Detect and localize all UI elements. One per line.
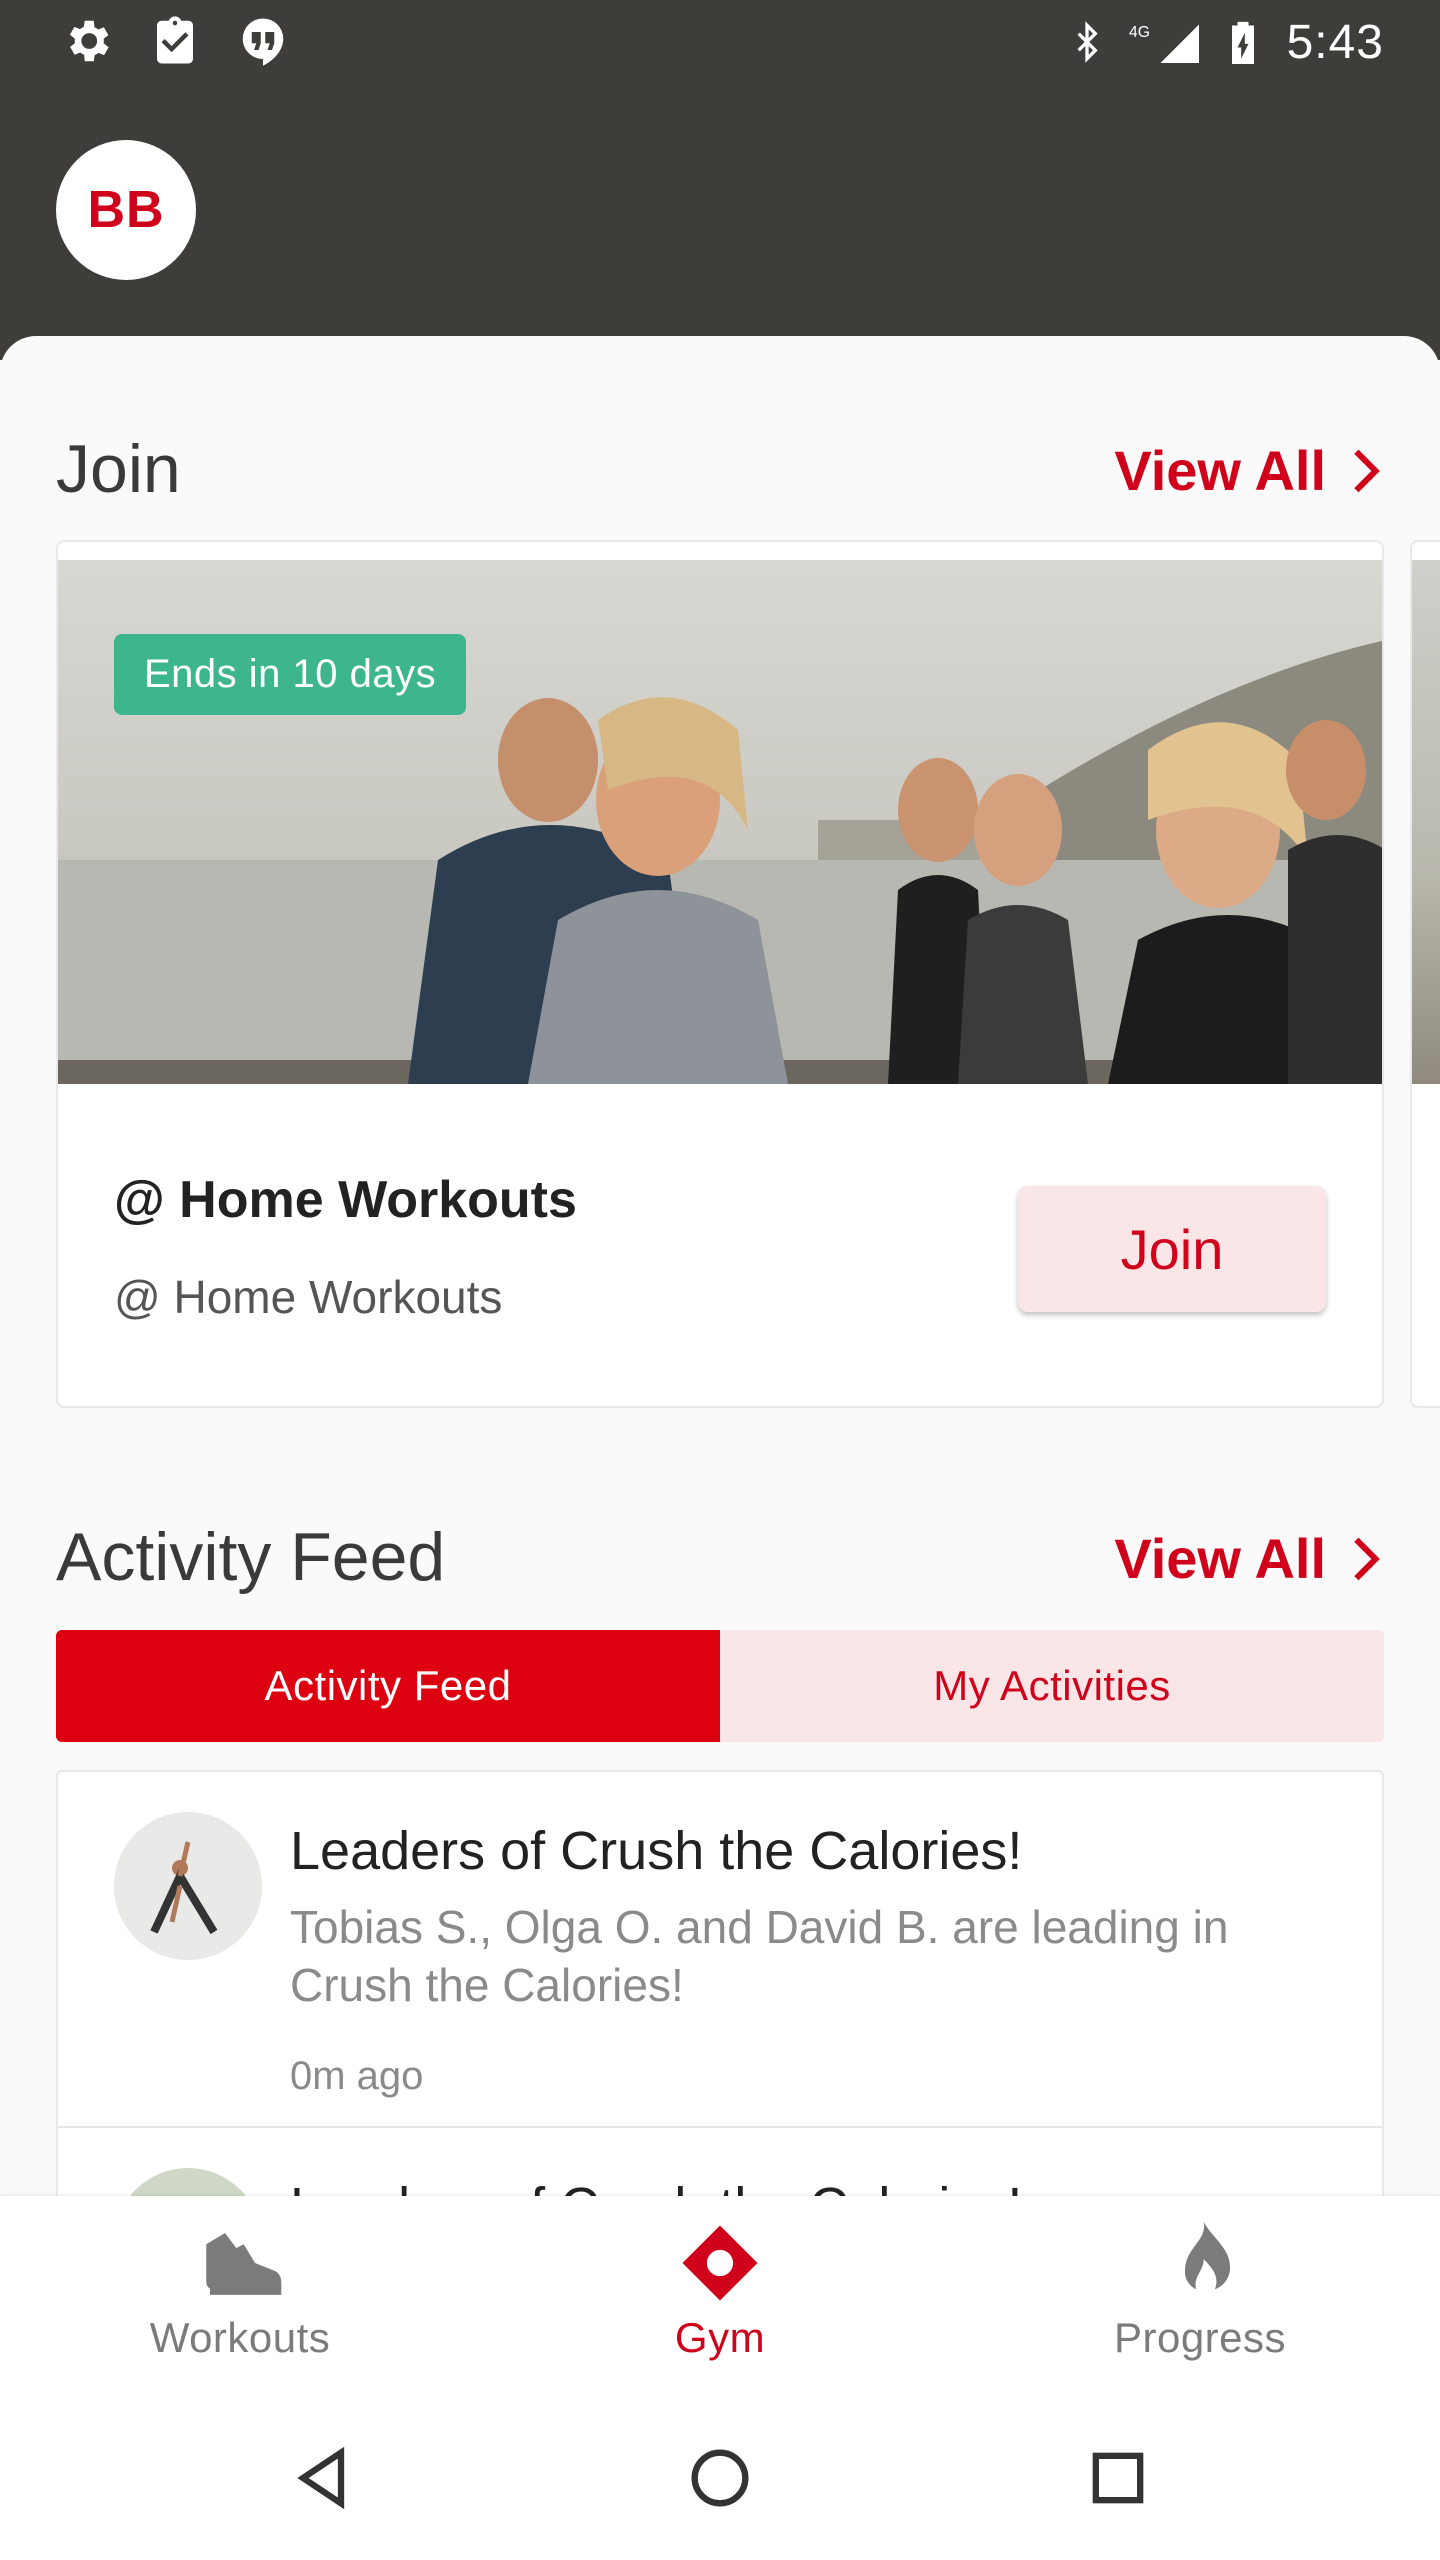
activity-time: 0m ago xyxy=(290,2054,424,2098)
activity-title: Leaders of Crush the Calories! xyxy=(290,2176,1022,2196)
nav-label: Gym xyxy=(674,2314,766,2361)
recents-icon[interactable] xyxy=(1080,2440,1156,2516)
app-header: 4G 5:43 BB xyxy=(0,0,1440,360)
activity-avatar xyxy=(114,2168,262,2196)
settings-icon xyxy=(69,20,109,62)
activity-body: Tobias S., Olga O. and David B. are lead… xyxy=(290,1901,1229,2011)
home-icon[interactable] xyxy=(682,2440,758,2516)
flame-icon xyxy=(1184,2221,1231,2290)
activity-feed-list: Leaders of Crush the Calories! Tobias S.… xyxy=(56,1770,1384,2196)
quote-bubble-icon xyxy=(242,18,284,66)
nav-label: Progress xyxy=(1113,2314,1287,2361)
svg-text:4G: 4G xyxy=(1129,24,1150,41)
system-nav-bar xyxy=(0,2396,1440,2560)
nav-gym[interactable]: Gym xyxy=(570,2218,870,2362)
status-time: 5:43 xyxy=(1286,15,1384,69)
shoe-icon xyxy=(206,2233,282,2295)
user-avatar[interactable]: BB xyxy=(56,140,196,280)
next-challenge-image xyxy=(1412,560,1440,1084)
challenge-subtitle: @ Home Workouts xyxy=(114,1271,503,1323)
main-content: Join View All Ends in 10 days @ Home Wor… xyxy=(0,336,1440,2196)
ends-in-badge: Ends in 10 days xyxy=(114,634,467,715)
tab-activity-feed[interactable]: Activity Feed xyxy=(56,1630,720,1742)
bluetooth-icon xyxy=(1077,21,1098,63)
challenge-card[interactable]: Ends in 10 days @ Home Workouts @ Home W… xyxy=(56,540,1384,1408)
activity-section-header: Activity Feed View All xyxy=(56,1518,1384,1598)
battery-charging-icon xyxy=(1231,21,1254,64)
join-section-header: Join View All xyxy=(56,430,1384,510)
back-icon[interactable] xyxy=(284,2440,360,2516)
status-bar: 4G 5:43 xyxy=(0,0,1440,84)
list-item[interactable]: Leaders of Crush the Calories! Tobias S.… xyxy=(58,1772,1382,2126)
bottom-nav: Workouts Gym Progress xyxy=(0,2196,1440,2396)
activity-tabs: Activity Feed My Activities xyxy=(56,1630,1384,1742)
challenge-hero-image: Ends in 10 days xyxy=(58,560,1382,1084)
next-challenge-card[interactable] xyxy=(1410,540,1440,1408)
activity-avatar xyxy=(114,1812,262,1960)
nav-progress[interactable]: Progress xyxy=(1050,2218,1350,2362)
view-all-label: View All xyxy=(1114,439,1326,502)
signal-icon: 4G xyxy=(1129,24,1199,63)
challenge-title: @ Home Workouts xyxy=(114,1171,577,1229)
list-item[interactable]: Leaders of Crush the Calories! xyxy=(58,2126,1382,2196)
join-section-title: Join xyxy=(56,431,181,507)
gym-location-icon xyxy=(682,2225,758,2301)
clipboard-check-icon xyxy=(157,16,193,64)
join-button[interactable]: Join xyxy=(1018,1186,1326,1312)
chevron-right-icon xyxy=(1354,1537,1380,1580)
activity-title: Leaders of Crush the Calories! xyxy=(290,1821,1023,1881)
tab-my-activities[interactable]: My Activities xyxy=(720,1630,1384,1742)
nav-workouts[interactable]: Workouts xyxy=(90,2218,390,2362)
nav-label: Workouts xyxy=(149,2314,331,2361)
activity-view-all-link[interactable]: View All xyxy=(1114,1526,1384,1591)
activity-section-title: Activity Feed xyxy=(56,1519,446,1595)
join-view-all-link[interactable]: View All xyxy=(1114,438,1384,503)
view-all-label: View All xyxy=(1114,1527,1326,1590)
chevron-right-icon xyxy=(1354,449,1380,492)
